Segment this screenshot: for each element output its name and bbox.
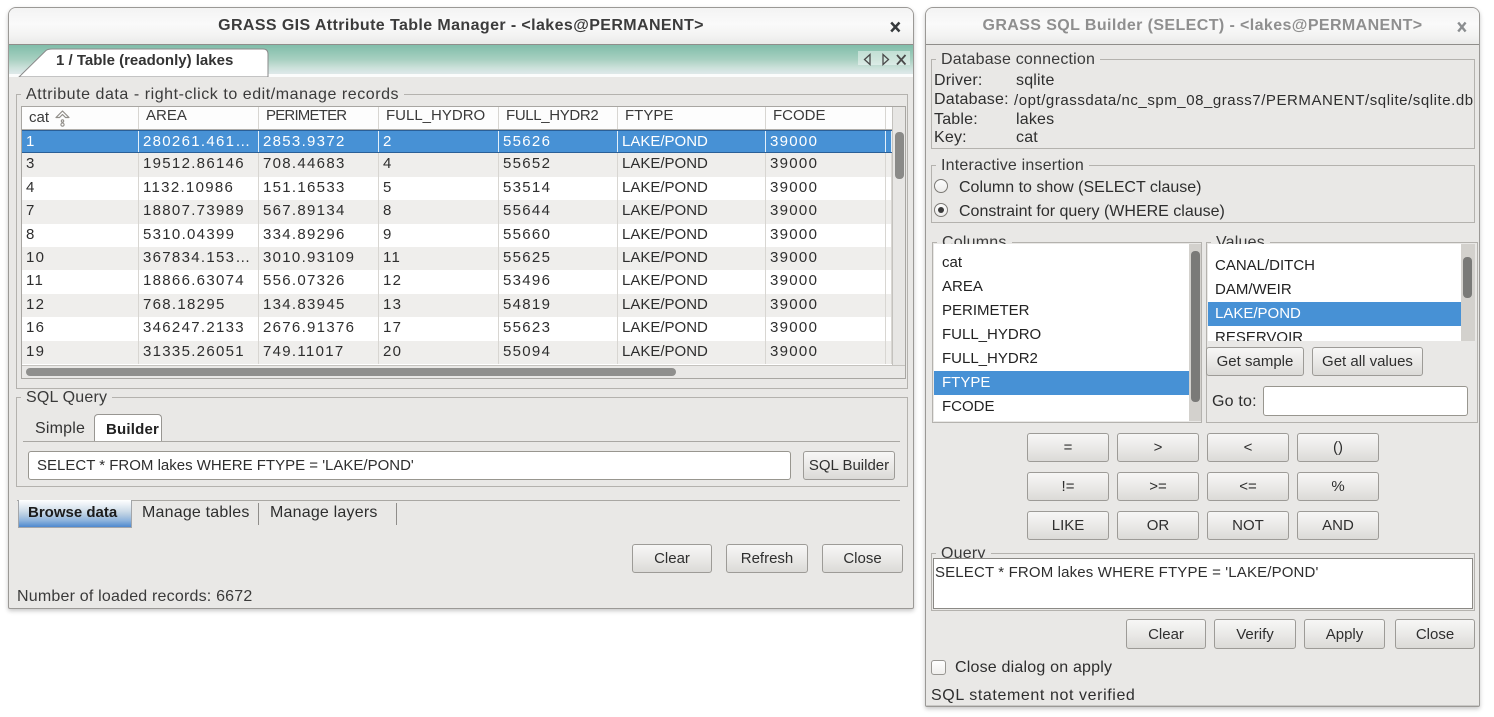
svg-text:1 / Table (readonly) lakes: 1 / Table (readonly) lakes [56,52,233,69]
